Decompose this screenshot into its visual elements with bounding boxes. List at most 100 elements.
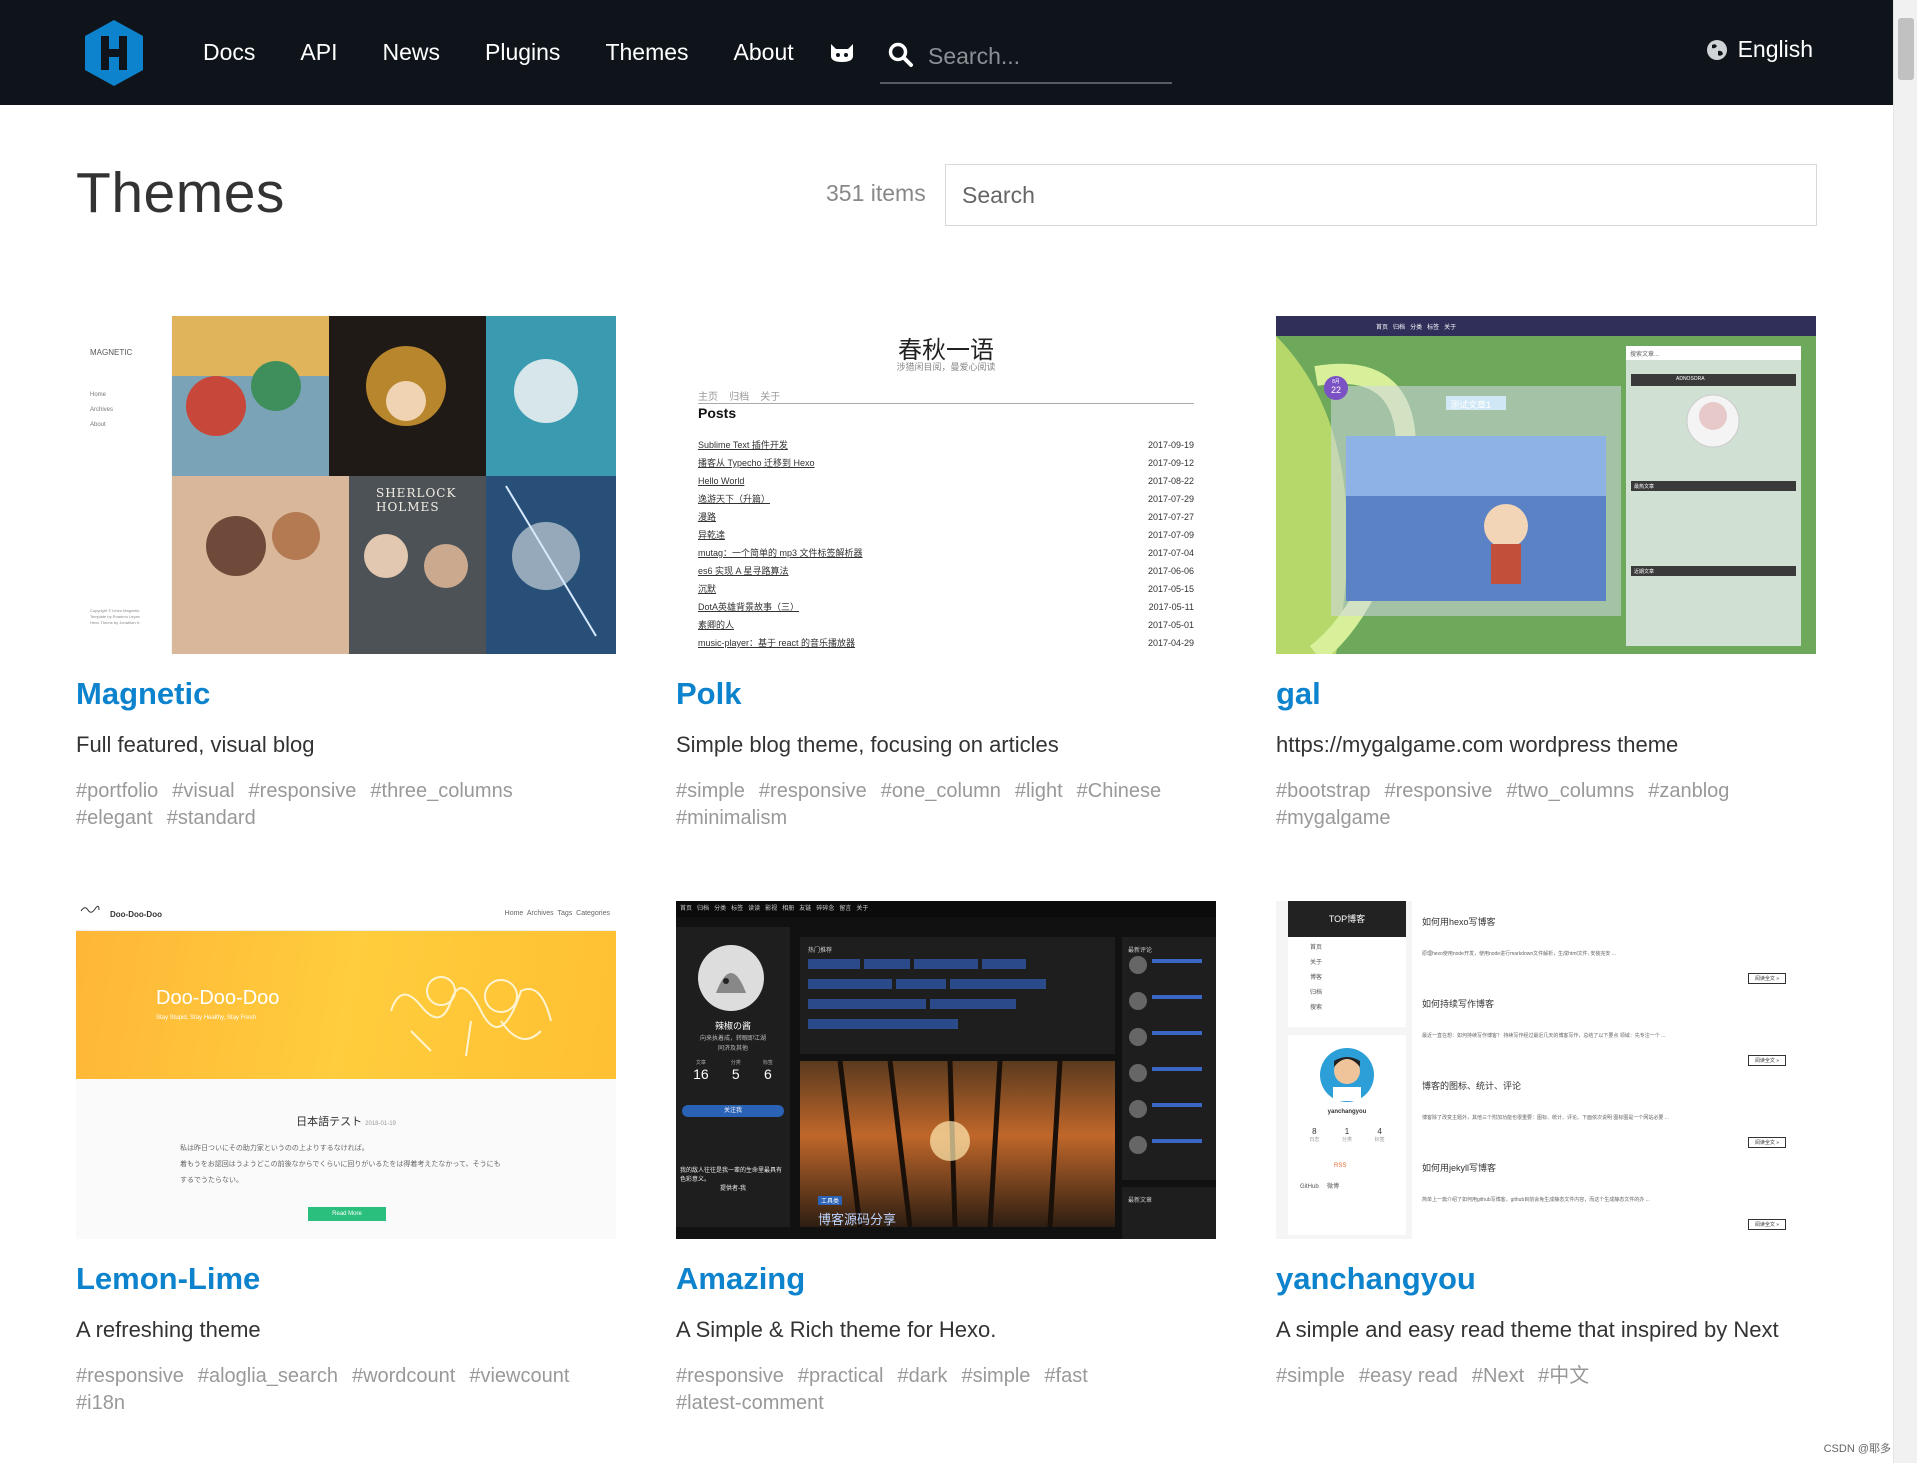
tag-link[interactable]: #wordcount: [352, 1363, 455, 1390]
watermark: CSDN @耶多: [1823, 1443, 1891, 1455]
main-nav: Docs API News Plugins Themes About: [203, 0, 839, 105]
preview-post: 如何用hexo写博客 原理hexo使用node开发，使用node进行markdo…: [1422, 915, 1808, 984]
preview-menu-item: 分类: [714, 906, 727, 912]
tag-link[interactable]: #portfolio: [76, 778, 158, 805]
tag-link[interactable]: #simple: [961, 1363, 1030, 1390]
theme-tags: #bootstrap #responsive #two_columns #zanblo…: [1276, 778, 1816, 832]
preview-menu-item: Categories: [576, 910, 610, 917]
tag-link[interactable]: #responsive: [1385, 778, 1493, 805]
theme-title[interactable]: Magnetic: [76, 676, 616, 712]
tag-link[interactable]: #responsive: [676, 1363, 784, 1390]
preview-section: Posts: [698, 405, 737, 421]
tag-link[interactable]: #simple: [1276, 1363, 1345, 1390]
tag-link[interactable]: #standard: [167, 805, 256, 832]
preview-post: 播客从 Typecho 迁移到 Hexo 2017-09-12: [698, 454, 1194, 472]
theme-preview-magnetic[interactable]: MAGNETIC Home Archives About Copyright ©…: [76, 316, 616, 654]
tag-link[interactable]: #Next: [1472, 1363, 1524, 1390]
theme-tags: #simple #responsive #one_column #light #Chin…: [676, 778, 1216, 832]
tag-link[interactable]: #zanblog: [1648, 778, 1729, 805]
tag-link[interactable]: #fast: [1044, 1363, 1087, 1390]
preview-follow: 关注我: [682, 1105, 784, 1117]
preview-quote-from: 提供者-我: [720, 1186, 746, 1192]
theme-title[interactable]: Polk: [676, 676, 1216, 712]
tag-link[interactable]: #one_column: [881, 778, 1001, 805]
header-search-input[interactable]: [928, 38, 1163, 74]
theme-title[interactable]: Lemon-Lime: [76, 1261, 616, 1297]
preview-menu: 主页 归档 关于: [698, 388, 780, 403]
tag-link[interactable]: #responsive: [76, 1363, 184, 1390]
preview-menu-item: 分类: [1410, 325, 1423, 331]
tag-link[interactable]: #simple: [676, 778, 745, 805]
tag-link[interactable]: #dark: [897, 1363, 947, 1390]
page-scrollbar[interactable]: [1893, 0, 1917, 1463]
nav-api[interactable]: API: [300, 39, 337, 66]
language-selector[interactable]: English: [1706, 36, 1813, 63]
nav-docs[interactable]: Docs: [203, 39, 255, 66]
tag-link[interactable]: #latest-comment: [676, 1390, 824, 1417]
preview-read-more: 阅读全文 »: [1747, 973, 1786, 984]
preview-menu-item: 搜索: [1310, 1005, 1323, 1011]
preview-post-title: 博客源码分享: [818, 1212, 897, 1227]
preview-cover-text: SHERLOCK HOLMES: [376, 486, 457, 514]
tag-link[interactable]: #responsive: [249, 778, 357, 805]
preview-post-date: 2017-04-29: [1147, 638, 1194, 648]
tag-link[interactable]: #two_columns: [1506, 778, 1634, 805]
theme-title[interactable]: Amazing: [676, 1261, 1216, 1297]
hexo-logo-icon[interactable]: [82, 18, 146, 88]
theme-preview-polk[interactable]: 春秋一语 涉猎闲目阅，曼爱心阅读 主页 归档 关于 Posts Sublime …: [676, 316, 1216, 654]
github-cat-icon[interactable]: [828, 40, 856, 64]
theme-description: Full featured, visual blog: [76, 732, 315, 757]
tag-link[interactable]: #i18n: [76, 1390, 125, 1417]
theme-title[interactable]: yanchangyou: [1276, 1261, 1816, 1297]
tag-link[interactable]: #minimalism: [676, 805, 787, 832]
theme-card-gal: 首页 归档 分类 标签 关于 搜索文章... 测试文章1 8月 22 ADNOS…: [1276, 316, 1816, 832]
scrollbar-thumb[interactable]: [1898, 18, 1914, 80]
tag-link[interactable]: #light: [1015, 778, 1063, 805]
preview-post: 漫路 2017-07-27: [698, 508, 1194, 526]
preview-recent-list: [1129, 956, 1202, 1154]
theme-title[interactable]: gal: [1276, 676, 1816, 712]
preview-stat-label: 日志: [1309, 1137, 1320, 1143]
tag-link[interactable]: #practical: [798, 1363, 884, 1390]
tag-link[interactable]: #mygalgame: [1276, 805, 1391, 832]
theme-preview-gal[interactable]: 首页 归档 分类 标签 关于 搜索文章... 测试文章1 8月 22 ADNOS…: [1276, 316, 1816, 654]
tag-link[interactable]: #bootstrap: [1276, 778, 1371, 805]
theme-preview-yanchangyou[interactable]: TOP博客 首页 关于 博客 归档 搜索 yanchangyou 8 日志 1 分类…: [1276, 901, 1816, 1239]
preview-signature-icon: [80, 905, 100, 913]
tag-link[interactable]: #elegant: [76, 805, 153, 832]
preview-post-excerpt: 博客除了改变主题外，其他三个附加功能也很重要：图标、统计、评论。下面依次说明 图…: [1422, 1115, 1669, 1121]
tag-link[interactable]: #responsive: [759, 778, 867, 805]
tag-link[interactable]: #aloglia_search: [198, 1363, 338, 1390]
tag-link[interactable]: #中文: [1538, 1363, 1589, 1390]
preview-post-tag: 工具类: [818, 1196, 843, 1205]
preview-widget-new: 近期文章: [1634, 569, 1655, 575]
preview-stat-label: 标签: [1374, 1137, 1385, 1143]
preview-stat-value: 1: [1344, 1127, 1350, 1136]
search-icon: [888, 42, 913, 67]
preview-post-date: 2017-06-06: [1147, 566, 1194, 576]
nav-news[interactable]: News: [382, 39, 440, 66]
preview-post-title: Sublime Text 插件开发: [698, 440, 788, 450]
theme-search-input[interactable]: [946, 165, 1816, 225]
nav-plugins[interactable]: Plugins: [485, 39, 560, 66]
tag-link[interactable]: #easy read: [1359, 1363, 1458, 1390]
preview-links: GitHub 微博: [1300, 1181, 1339, 1190]
preview-post-date: 2017-09-12: [1147, 458, 1194, 468]
nav-themes[interactable]: Themes: [605, 39, 688, 66]
theme-preview-lemon-lime[interactable]: Doo-Doo-Doo Home Archives Tags Categorie…: [76, 901, 616, 1239]
preview-menu-item: 影视: [765, 906, 778, 912]
theme-preview-amazing[interactable]: 首页 归档 分类 标签 读读 影视 相册 友链 碎碎念 留言 关于 辣椒の酱 向…: [676, 901, 1216, 1239]
tag-link[interactable]: #visual: [172, 778, 234, 805]
preview-menu-item: Home: [504, 910, 524, 917]
tag-link[interactable]: #viewcount: [469, 1363, 569, 1390]
tag-link[interactable]: #Chinese: [1077, 778, 1162, 805]
preview-read-more: 阅读全文 »: [1747, 1219, 1786, 1230]
preview-menu-item: 读读: [748, 906, 761, 912]
nav-about[interactable]: About: [734, 39, 794, 66]
header-search: [880, 32, 1172, 84]
language-label: English: [1737, 36, 1813, 62]
preview-post: 博客的图标、统计、评论 博客除了改变主题外，其他三个附加功能也很重要：图标、统计…: [1422, 1079, 1808, 1148]
preview-menu: 首页 归档 分类 标签 读读 影视 相册 友链 碎碎念 留言 关于: [676, 901, 1216, 917]
preview-post-title: 素卿的人: [698, 620, 735, 630]
tag-link[interactable]: #three_columns: [370, 778, 512, 805]
